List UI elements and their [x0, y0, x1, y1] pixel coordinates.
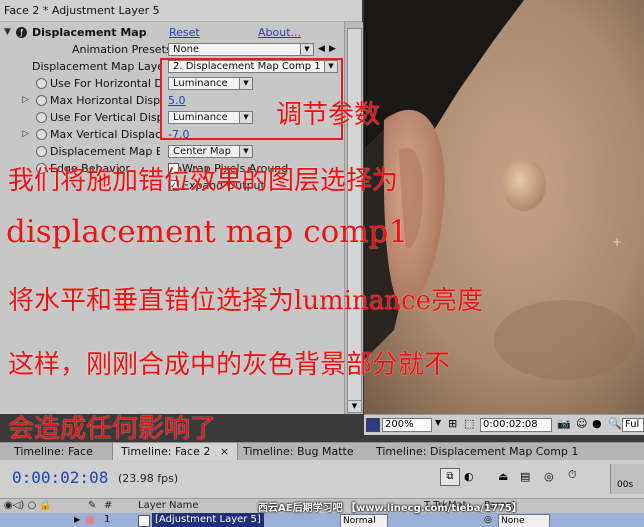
time-ruler[interactable]: 00s: [610, 464, 644, 494]
stopwatch-icon[interactable]: [36, 129, 47, 140]
stopwatch-icon[interactable]: [36, 112, 47, 123]
property-row: Displacement Map Beh Center Map ▼: [0, 143, 344, 160]
stopwatch-icon[interactable]: [36, 146, 47, 157]
ruler-label: 00s: [617, 480, 634, 490]
app-root: Face 2 * Adjustment Layer 5 ▼ ƒ Displace…: [0, 0, 644, 527]
svg-text:+: +: [612, 235, 622, 249]
viewer-timecode[interactable]: 0:00:02:08: [480, 418, 552, 432]
annotation-box-note: 调节参数: [276, 100, 381, 130]
tab-timeline-face-2[interactable]: Timeline: Face 2 ×: [112, 443, 239, 461]
panel-title: Face 2 * Adjustment Layer 5: [0, 0, 362, 22]
expand-triangle-icon[interactable]: ▶: [74, 513, 80, 527]
property-label: Max Vertical Displacem: [50, 128, 160, 141]
safe-margins-icon[interactable]: ⬚: [464, 417, 474, 430]
av-switches-icon: ◉◁) ○ 🔒: [4, 500, 52, 511]
effect-expand-triangle-icon[interactable]: ▼: [4, 24, 11, 41]
property-label: Displacement Map Layer: [32, 60, 160, 73]
tab-timeline-bug-matte[interactable]: Timeline: Bug Matte: [235, 443, 362, 461]
grid-icon[interactable]: ⊞: [448, 417, 457, 430]
show-snapshot-icon[interactable]: ☺: [576, 417, 587, 430]
annotation-line-4: 这样，刚刚合成中的灰色背景部分就不: [8, 350, 451, 380]
zoom-dropdown[interactable]: 200%: [382, 418, 432, 432]
tab-label: Timeline: Face 2: [121, 445, 211, 458]
layer-row[interactable]: ▶ 1 [Adjustment Layer 5] Normal ◎ None: [0, 513, 644, 527]
snapshot-icon[interactable]: 📷: [557, 417, 571, 430]
viewer-timecode-value: 0:00:02:08: [483, 419, 538, 430]
comp-flowchart-icon[interactable]: ⧉: [440, 468, 460, 486]
stopwatch-icon[interactable]: [36, 95, 47, 106]
property-label: Max Horizontal Displac: [50, 94, 160, 107]
frame-blending-icon[interactable]: ▤: [520, 470, 530, 483]
expand-triangle-icon[interactable]: ▷: [22, 92, 29, 109]
layer-name-header[interactable]: Layer Name: [138, 499, 199, 513]
layer-name[interactable]: [Adjustment Layer 5]: [152, 513, 264, 527]
annotation-line-1: 我们将施加错位效果的图层选择为: [8, 166, 399, 196]
tab-label: Timeline: Face: [14, 445, 93, 458]
current-time-display[interactable]: 0:00:02:08: [12, 468, 108, 487]
viewer-toolbar: 200% ▼ ⊞ ⬚ 0:00:02:08 📷 ☺ ● 🔍 Ful: [364, 414, 644, 435]
label-column-icon: ✎: [88, 500, 97, 511]
chevron-down-icon: ▼: [239, 146, 252, 157]
effect-name: Displacement Map: [32, 26, 147, 39]
timeline-panel: 0:00:02:08 (23.98 fps) ⧉ ◐ ⏏ ▤ ◎ ⏱ 00s ◉…: [0, 460, 644, 527]
zoom-value: 200%: [385, 419, 414, 430]
resolution-icon[interactable]: 🔍: [608, 417, 622, 430]
annotation-line-3: 将水平和垂直错位选择为luminance亮度: [8, 286, 483, 316]
property-label: Use For Vertical Displa: [50, 111, 160, 124]
fx-badge-icon[interactable]: ƒ: [16, 27, 27, 38]
layer-number: 1: [104, 514, 111, 525]
tab-timeline-face[interactable]: Timeline: Face: [6, 443, 101, 461]
blend-mode-value: Normal: [343, 516, 376, 526]
tab-label: Timeline: Bug Matte: [243, 445, 354, 458]
scroll-down-icon[interactable]: ▼: [347, 400, 362, 413]
property-label: Use For Horizontal Dis: [50, 77, 160, 90]
tab-timeline-displacement-map-comp[interactable]: Timeline: Displacement Map Comp 1: [368, 443, 586, 461]
dropdown-value: Center Map: [173, 146, 231, 157]
map-behavior-dropdown[interactable]: Center Map ▼: [168, 145, 253, 158]
motion-blur-icon[interactable]: ◎: [544, 470, 554, 483]
chevron-down-icon: ▼: [300, 44, 313, 55]
annotation-line-5: 会造成任何影响了: [8, 414, 217, 444]
annotation-line-2: displacement map comp1: [6, 214, 409, 250]
resolution-dropdown[interactable]: Ful: [622, 418, 644, 432]
animation-presets-row: Animation Presets: None ▼ ◀ ▶: [0, 41, 344, 58]
about-link[interactable]: About...: [258, 24, 301, 41]
reset-link[interactable]: Reset: [169, 24, 200, 41]
graph-editor-icon[interactable]: ⏱: [568, 468, 577, 482]
label-color-swatch[interactable]: [86, 516, 94, 524]
preset-prev-icon[interactable]: ◀: [318, 41, 325, 58]
property-label: Displacement Map Beh: [50, 145, 160, 158]
animation-presets-dropdown[interactable]: None ▼: [168, 43, 314, 56]
blend-mode-dropdown[interactable]: Normal: [340, 514, 388, 527]
stopwatch-icon[interactable]: [36, 78, 47, 89]
resolution-value: Ful: [625, 419, 640, 430]
parent-value: None: [501, 516, 525, 526]
preset-next-icon[interactable]: ▶: [329, 41, 336, 58]
chevron-down-icon: ▼: [435, 418, 442, 427]
shy-layers-icon[interactable]: ⏏: [498, 470, 508, 483]
watermark-text: 西云AE后期学习吧 【www.linecg.com/tieba/1775】: [258, 503, 522, 514]
draft-3d-icon[interactable]: ◐: [464, 470, 474, 483]
effect-header-row: ▼ ƒ Displacement Map Reset About...: [0, 24, 344, 41]
always-preview-icon[interactable]: [366, 418, 380, 432]
adjustment-layer-icon: [138, 515, 150, 527]
animation-presets-label: Animation Presets:: [72, 43, 176, 56]
number-column-header: #: [104, 500, 113, 511]
animation-presets-value: None: [173, 44, 200, 55]
frame-rate-label: (23.98 fps): [118, 472, 179, 485]
expand-triangle-icon[interactable]: ▷: [22, 126, 29, 143]
tab-label: Timeline: Displacement Map Comp 1: [376, 445, 579, 458]
parent-dropdown[interactable]: None: [498, 514, 550, 527]
close-icon[interactable]: ×: [220, 445, 229, 458]
color-channels-icon[interactable]: ●: [592, 417, 602, 430]
parent-pickwhip-icon[interactable]: ◎: [484, 513, 492, 527]
